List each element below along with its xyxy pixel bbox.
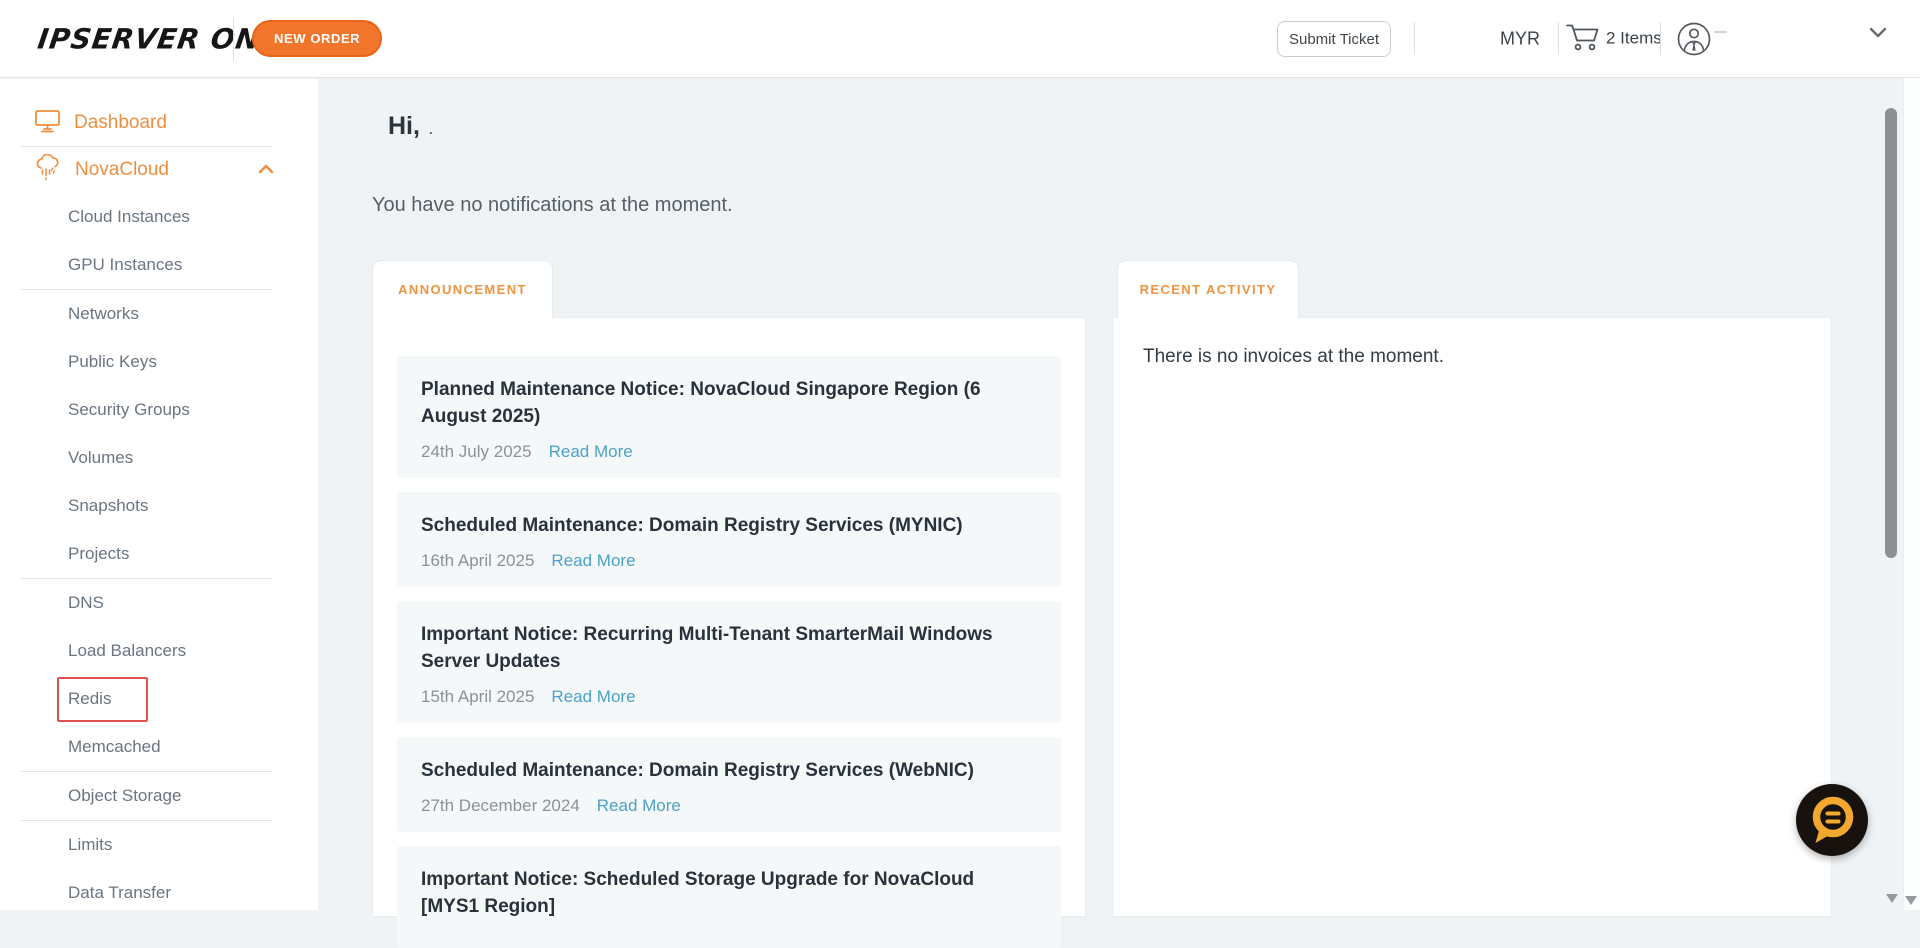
sidebar-subitem-object-storage[interactable]: Object Storage (0, 772, 318, 820)
subitem-label: Memcached (68, 737, 161, 756)
subitem-label: Networks (68, 304, 139, 323)
sidebar-item-novacloud[interactable]: NovaCloud (0, 147, 318, 193)
tab-label: RECENT ACTIVITY (1139, 282, 1277, 297)
sidebar-subitem-public-keys[interactable]: Public Keys (0, 338, 318, 386)
announcement-card: Important Notice: Scheduled Storage Upgr… (397, 846, 1061, 948)
recent-activity-empty-text: There is no invoices at the moment. (1143, 346, 1444, 367)
announcement-title: Scheduled Maintenance: Domain Registry S… (421, 515, 963, 536)
subitem-label: Cloud Instances (68, 207, 190, 226)
divider (1558, 22, 1559, 55)
subitem-label: Limits (68, 835, 113, 854)
sidebar-subitem-cloud-instances[interactable]: Cloud Instances (0, 193, 318, 241)
sidebar-subitem-volumes[interactable]: Volumes (0, 434, 318, 482)
announcement-title: Planned Maintenance Notice: NovaCloud Si… (421, 379, 981, 427)
currency-selector[interactable]: MYR (1500, 28, 1540, 49)
chat-bubble-icon (1796, 796, 1868, 860)
subitem-label: GPU Instances (68, 255, 183, 274)
sidebar-subitem-security-groups[interactable]: Security Groups (0, 386, 318, 434)
divider (1414, 22, 1415, 55)
sidebar-subitem-projects[interactable]: Projects (0, 530, 318, 578)
sidebar-subitem-snapshots[interactable]: Snapshots (0, 482, 318, 530)
sidebar-subitem-load-balancers[interactable]: Load Balancers (0, 627, 318, 675)
sidebar: Dashboard NovaCloud Cloud Instances GPU … (0, 79, 318, 910)
greeting-suffix: . (428, 122, 433, 137)
announcement-date: 27th December 2024 (421, 796, 580, 815)
subitem-label: Volumes (68, 448, 134, 467)
content-scroll-down-arrow[interactable] (1886, 894, 1898, 903)
content-scrollbar-thumb[interactable] (1885, 108, 1897, 558)
divider (233, 17, 234, 61)
novacloud-submenu: Cloud Instances GPU Instances Networks P… (0, 193, 318, 917)
sidebar-item-label: NovaCloud (75, 159, 169, 180)
announcement-panel: Planned Maintenance Notice: NovaCloud Si… (372, 317, 1086, 948)
announcement-title: Important Notice: Recurring Multi-Tenant… (421, 624, 993, 672)
sidebar-subitem-limits[interactable]: Limits (0, 821, 318, 869)
subitem-label: Load Balancers (68, 641, 187, 660)
greeting-text: Hi, (388, 112, 420, 140)
subitem-label: Projects (68, 544, 130, 563)
cart-button[interactable]: 2 Items (1565, 20, 1662, 57)
announcement-card: Important Notice: Recurring Multi-Tenant… (397, 601, 1061, 723)
announcement-date: 24th July 2025 (421, 442, 532, 461)
sidebar-subitem-memcached[interactable]: Memcached (0, 723, 318, 771)
recent-activity-panel: There is no invoices at the moment. (1112, 317, 1832, 917)
page-greeting: Hi, . (388, 112, 433, 141)
subitem-label: Data Transfer (68, 883, 171, 902)
submit-ticket-button[interactable]: Submit Ticket (1277, 21, 1391, 57)
sidebar-item-dashboard[interactable]: Dashboard (0, 100, 318, 146)
subitem-label: Public Keys (68, 352, 157, 371)
subitem-label: Security Groups (68, 400, 190, 419)
app-header: IPSERVER ONE® NEW ORDER Submit Ticket MY… (0, 0, 1920, 78)
user-icon (1676, 22, 1712, 61)
subitem-label: Redis (68, 689, 112, 708)
cloud-icon (34, 153, 62, 187)
monitor-icon (34, 108, 61, 138)
subitem-label: DNS (68, 593, 104, 612)
divider (1660, 22, 1661, 55)
announcement-title: Scheduled Maintenance: Domain Registry S… (421, 760, 974, 781)
subitem-label: Snapshots (68, 496, 149, 515)
tab-recent-activity[interactable]: RECENT ACTIVITY (1117, 260, 1299, 318)
announcement-card: Scheduled Maintenance: Domain Registry S… (397, 737, 1061, 832)
tab-announcement[interactable]: ANNOUNCEMENT (372, 260, 553, 318)
redacted-text-dash (1714, 31, 1727, 33)
notification-empty-text: You have no notifications at the moment. (372, 194, 733, 216)
submit-ticket-label: Submit Ticket (1288, 30, 1380, 48)
announcement-date: 15th April 2025 (421, 687, 535, 706)
sidebar-subitem-redis[interactable]: Redis (0, 675, 318, 723)
announcement-title: Important Notice: Scheduled Storage Upgr… (421, 869, 975, 917)
read-more-link[interactable]: Read More (551, 551, 635, 571)
announcement-date: 16th April 2025 (421, 551, 535, 570)
announcement-card: Scheduled Maintenance: Domain Registry S… (397, 492, 1061, 587)
sidebar-subitem-networks[interactable]: Networks (0, 290, 318, 338)
page-scroll-down-arrow[interactable] (1905, 896, 1917, 905)
chevron-up-icon (258, 161, 274, 179)
sidebar-subitem-gpu-instances[interactable]: GPU Instances (0, 241, 318, 289)
read-more-link[interactable]: Read More (597, 796, 681, 816)
tab-label: ANNOUNCEMENT (398, 282, 527, 297)
chevron-down-icon[interactable] (1868, 25, 1888, 44)
read-more-link[interactable]: Read More (551, 687, 635, 707)
user-avatar-button[interactable] (1676, 21, 1712, 57)
cart-count-label: 2 Items (1606, 28, 1662, 48)
new-order-button[interactable]: NEW ORDER (252, 20, 383, 57)
page-scrollbar-track[interactable] (1903, 0, 1920, 910)
sidebar-subitem-dns[interactable]: DNS (0, 579, 318, 627)
chat-widget-button[interactable] (1796, 784, 1868, 856)
sidebar-item-label: Dashboard (74, 112, 167, 133)
cart-icon (1565, 20, 1601, 57)
new-order-label: NEW ORDER (274, 31, 361, 46)
subitem-label: Object Storage (68, 786, 182, 805)
read-more-link[interactable]: Read More (549, 442, 633, 462)
logo-text: IPSERVER ONE (35, 22, 283, 55)
announcement-card: Planned Maintenance Notice: NovaCloud Si… (397, 356, 1061, 478)
